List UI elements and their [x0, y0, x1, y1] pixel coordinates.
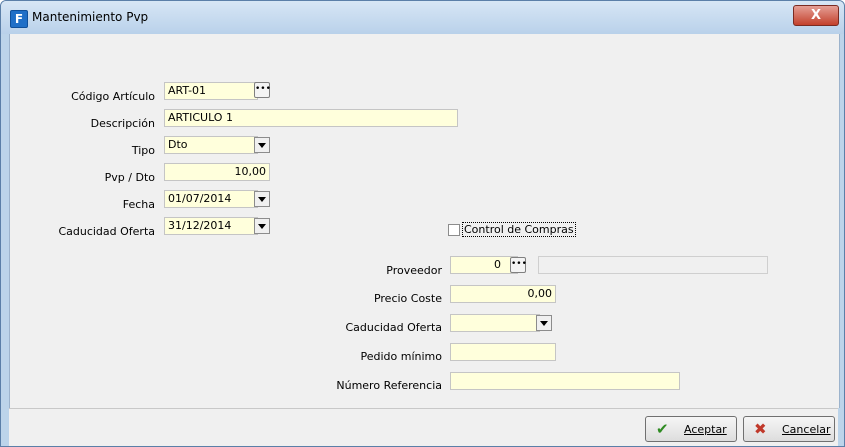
fecha-label: Fecha [122, 198, 155, 211]
proveedor-name-field [538, 256, 768, 274]
ellipsis-icon: ••• [255, 84, 271, 94]
cancelar-button[interactable]: ✖ Cancelar [743, 416, 835, 442]
proveedor-field[interactable]: 0 [450, 256, 518, 274]
precio-coste-label: Precio Coste [373, 292, 442, 305]
codigo-lookup-button[interactable]: ••• [254, 82, 271, 98]
numero-referencia-field[interactable] [450, 372, 680, 390]
caducidad-label: Caducidad Oferta [58, 225, 155, 238]
app-icon: F [10, 10, 28, 28]
precio-coste-field[interactable]: 0,00 [450, 285, 556, 303]
fecha-field[interactable]: 01/07/2014 [164, 190, 258, 208]
ellipsis-icon: ••• [511, 259, 527, 269]
chevron-down-icon[interactable] [254, 191, 270, 207]
pvp-label: Pvp / Dto [104, 171, 155, 184]
pedido-minimo-field[interactable] [450, 343, 556, 361]
control-compras-checkbox[interactable] [448, 224, 460, 236]
proveedor-lookup-button[interactable]: ••• [510, 257, 527, 273]
tipo-select[interactable]: Dto [164, 136, 258, 154]
chevron-down-icon[interactable] [254, 218, 270, 234]
control-compras-label[interactable]: Control de Compras [462, 222, 576, 237]
caducidad-field[interactable]: 31/12/2014 [164, 217, 258, 235]
codigo-field[interactable]: ART-01 [164, 82, 258, 100]
compras-caducidad-field[interactable] [450, 314, 540, 332]
pedido-minimo-label: Pedido mínimo [360, 350, 442, 363]
descripcion-label: Descripción [90, 117, 155, 130]
tipo-label: Tipo [131, 144, 155, 157]
codigo-label: Código Artículo [71, 90, 155, 103]
chevron-down-icon[interactable] [254, 137, 270, 153]
numero-referencia-label: Número Referencia [336, 379, 442, 392]
pvp-field[interactable]: 10,00 [164, 163, 270, 181]
chevron-down-icon[interactable] [536, 315, 552, 331]
dialog-window: F Mantenimiento Pvp X Código Artículo AR… [0, 0, 845, 447]
descripcion-field[interactable]: ARTICULO 1 [164, 109, 458, 127]
button-bar: ✔ Aceptar ✖ Cancelar [9, 408, 838, 446]
close-button[interactable]: X [793, 5, 839, 26]
title-bar: F Mantenimiento Pvp X [1, 1, 844, 34]
window-title: Mantenimiento Pvp [32, 10, 149, 24]
aceptar-button[interactable]: ✔ Aceptar [645, 416, 737, 442]
proveedor-label: Proveedor [386, 264, 442, 277]
x-icon: ✖ [754, 420, 767, 438]
compras-caducidad-label: Caducidad Oferta [345, 321, 442, 334]
checkmark-icon: ✔ [656, 420, 669, 438]
form-panel: Código Artículo ART-01 ••• Descripción A… [9, 34, 840, 408]
